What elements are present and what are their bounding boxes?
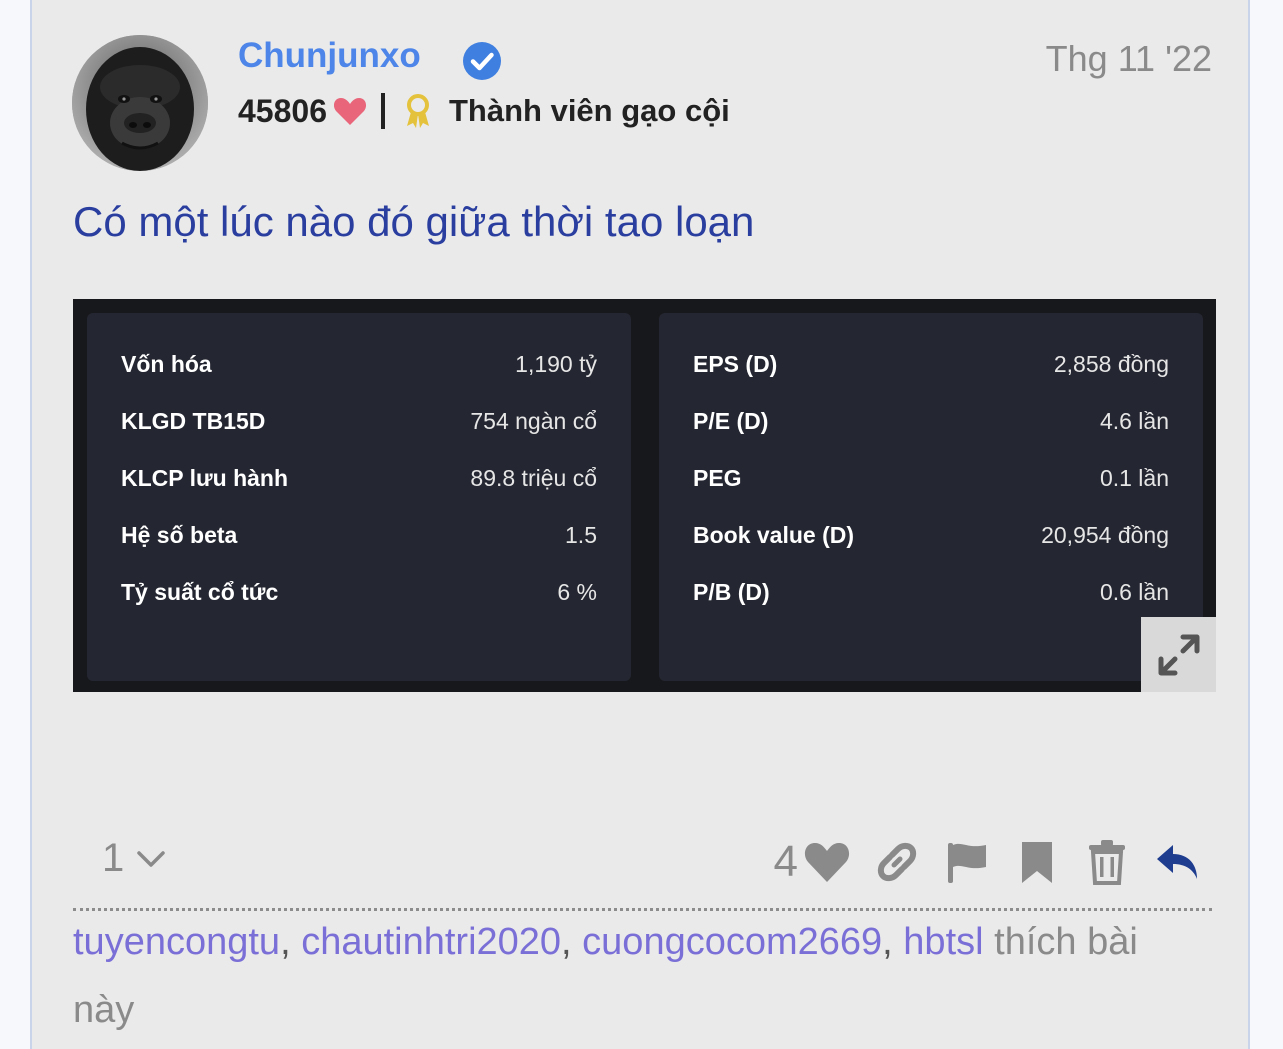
post-number: 1 [102, 836, 125, 880]
stat-row: PEG 0.1 lần [693, 458, 1169, 498]
share-link-button[interactable] [872, 837, 922, 887]
trash-icon [1089, 840, 1125, 885]
liker-link[interactable]: tuyencongtu [73, 921, 280, 963]
post-title: Có một lúc nào đó giữa thời tao loạn [73, 198, 755, 245]
stat-label: EPS (D) [693, 350, 778, 377]
stat-label: KLCP lưu hành [121, 464, 289, 491]
stat-row: Hệ số beta 1.5 [121, 515, 597, 555]
stat-label: PEG [693, 464, 742, 491]
author-meta: 45806 Thành viên gạo cội [238, 91, 730, 131]
stat-row: Tỷ suất cổ tức 6 % [121, 572, 597, 612]
username-link[interactable]: Chunjunxo [238, 36, 421, 76]
stat-row: EPS (D) 2,858 đồng [693, 344, 1169, 384]
post-actions: 4 [774, 832, 1202, 892]
stat-label: P/E (D) [693, 407, 769, 434]
reply-icon [1157, 845, 1197, 879]
like-count[interactable]: 4 [774, 837, 798, 887]
stat-label: Book value (D) [693, 521, 855, 548]
stat-row: P/E (D) 4.6 lần [693, 401, 1169, 441]
delete-button[interactable] [1082, 837, 1132, 887]
stat-label: Tỷ suất cổ tức [121, 578, 279, 605]
stat-label: KLGD TB15D [121, 407, 266, 434]
separator [380, 93, 385, 129]
bookmark-button[interactable] [1012, 837, 1062, 887]
like-button[interactable] [802, 837, 852, 887]
stat-label: Vốn hóa [121, 350, 212, 377]
stat-label: Hệ số beta [121, 521, 238, 548]
liker-link[interactable]: cuongcocom2669 [582, 921, 882, 963]
likers-list: tuyencongtu, chautinhtri2020, cuongcocom… [73, 921, 1138, 1031]
heart-icon [333, 98, 367, 125]
avatar[interactable] [72, 35, 208, 171]
reply-button[interactable] [1152, 837, 1202, 887]
liker-link[interactable]: hbtsl [903, 921, 983, 963]
stat-label: P/B (D) [693, 578, 770, 605]
award-icon [406, 94, 429, 128]
stat-row: KLGD TB15D 754 ngàn cổ [121, 401, 597, 441]
post-number-toggle[interactable]: 1 [102, 836, 166, 881]
link-icon [877, 842, 917, 882]
liker-link[interactable]: chautinhtri2020 [301, 921, 561, 963]
verified-icon [463, 42, 501, 80]
stats-panel-right: EPS (D) 2,858 đồng P/E (D) 4.6 lần PEG 0… [659, 313, 1203, 681]
score-count: 45806 [238, 92, 327, 129]
stat-value: 0.1 lần [1099, 464, 1169, 491]
stat-value: 2,858 đồng [1053, 350, 1169, 377]
stat-row: Vốn hóa 1,190 tỷ [121, 344, 597, 384]
stat-value: 6 % [557, 578, 597, 605]
stat-row: KLCP lưu hành 89.8 triệu cổ [121, 458, 597, 498]
flag-button[interactable] [942, 837, 992, 887]
stat-value: 1.5 [565, 521, 597, 548]
post-date[interactable]: Thg 11 '22 [1046, 38, 1212, 80]
stat-value: 4.6 lần [1099, 407, 1169, 434]
stat-value: 89.8 triệu cổ [470, 464, 597, 491]
gorilla-avatar-image [72, 35, 208, 171]
stat-value: 0.6 lần [1099, 578, 1169, 605]
flag-icon [948, 843, 986, 883]
bookmark-icon [1022, 842, 1052, 883]
rank-badge: Thành viên gạo cội [448, 93, 730, 128]
stat-value: 20,954 đồng [1041, 521, 1169, 548]
expand-icon [1158, 634, 1199, 675]
stats-embed-image[interactable]: Vốn hóa 1,190 tỷ KLGD TB15D 754 ngàn cổ … [73, 299, 1216, 692]
stat-value: 1,190 tỷ [515, 350, 597, 377]
stat-value: 754 ngàn cổ [470, 407, 597, 434]
stats-panel-left: Vốn hóa 1,190 tỷ KLGD TB15D 754 ngàn cổ … [87, 313, 631, 681]
heart-icon [804, 843, 850, 882]
expand-image-button[interactable] [1141, 617, 1216, 692]
stat-row: Book value (D) 20,954 đồng [693, 515, 1169, 555]
stat-row: P/B (D) 0.6 lần [693, 572, 1169, 612]
chevron-down-icon [137, 850, 165, 867]
post-card: Chunjunxo 45806 Thành viên gạo cội Thg 1… [30, 0, 1250, 1049]
